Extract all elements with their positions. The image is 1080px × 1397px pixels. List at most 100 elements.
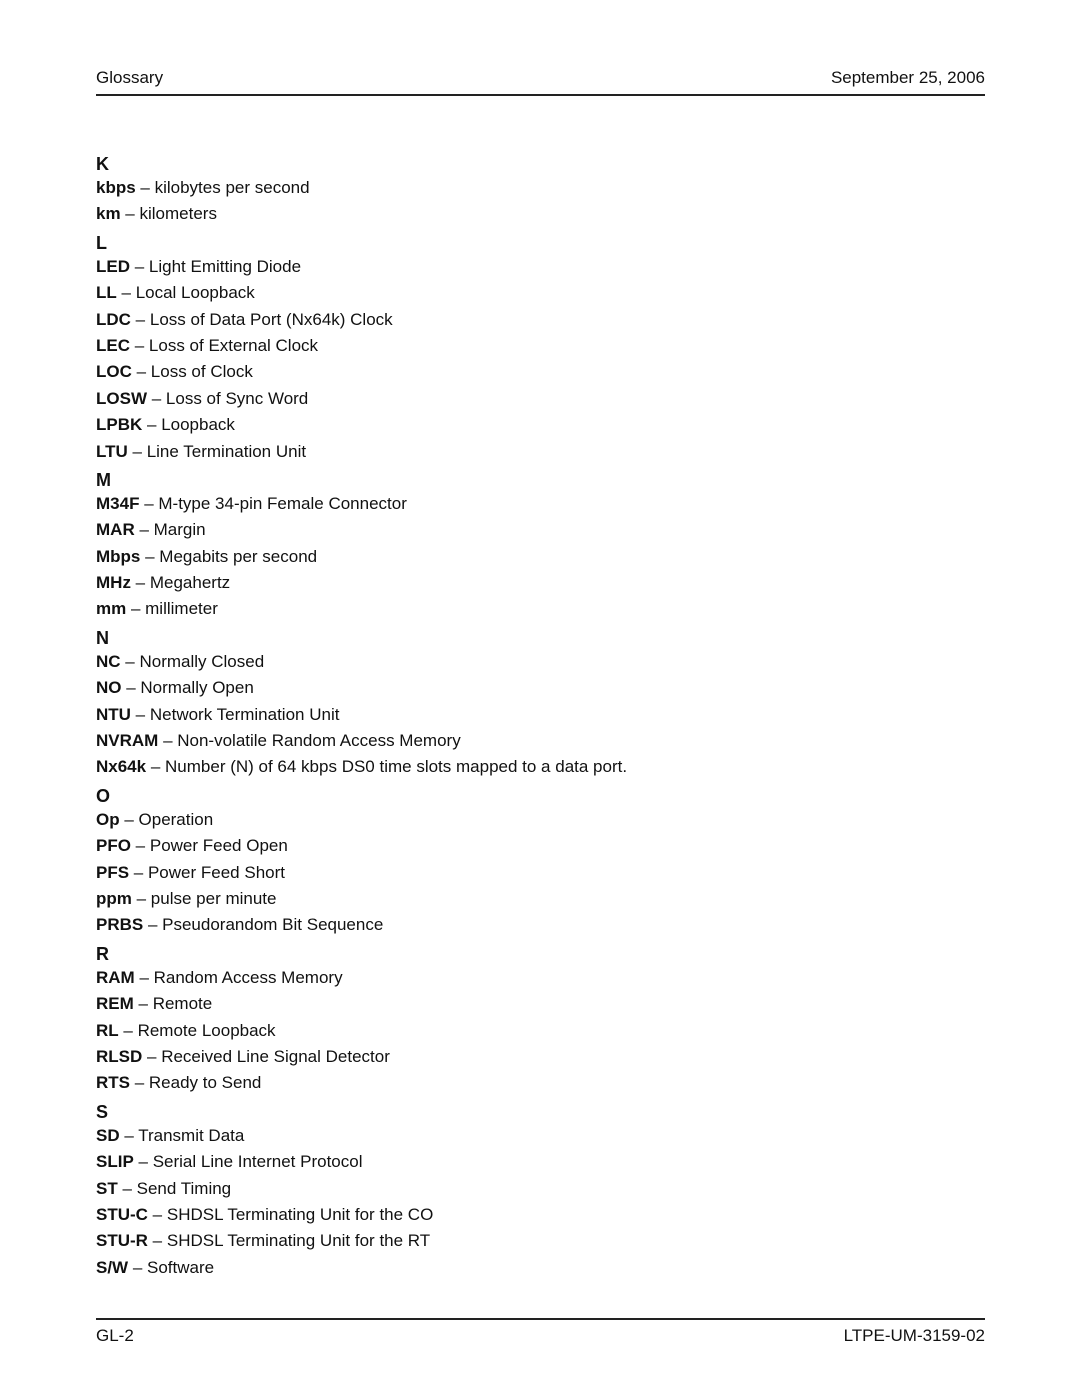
- glossary-term: NTU: [96, 704, 131, 724]
- glossary-entry: kbps – kilobytes per second: [96, 175, 985, 201]
- glossary-entry: RAM – Random Access Memory: [96, 965, 985, 991]
- glossary-entry: RLSD – Received Line Signal Detector: [96, 1044, 985, 1070]
- glossary-definition: Remote Loopback: [137, 1020, 276, 1040]
- section-heading: S: [96, 1101, 109, 1122]
- glossary-term: km: [96, 204, 121, 224]
- glossary-section-l: L LED – Light Emitting Diode LL – Local Lo…: [96, 232, 985, 465]
- glossary-term: MAR: [96, 520, 135, 540]
- glossary-content: Kkbps – kilobytes per second km – kilomet…: [96, 153, 985, 1281]
- glossary-term: RL: [96, 1020, 119, 1040]
- glossary-entry: S/W – Software: [96, 1255, 985, 1281]
- term-separator: –: [120, 651, 140, 671]
- glossary-entry: MAR – Margin: [96, 517, 985, 543]
- glossary-definition: Loss of Data Port (Nx64k) Clock: [149, 309, 393, 329]
- section-heading: M: [96, 469, 111, 490]
- glossary-term: mm: [96, 599, 127, 619]
- glossary-term: STU-R: [96, 1231, 148, 1251]
- term-separator: –: [133, 994, 153, 1014]
- glossary-term: M34F: [96, 493, 140, 513]
- term-separator: –: [119, 809, 139, 829]
- glossary-section-n: N NC – Normally Closed NO – Normally Open N…: [96, 627, 985, 781]
- glossary-definition: Network Termination Unit: [149, 704, 340, 724]
- glossary-term: NO: [96, 678, 122, 698]
- glossary-definition: SHDSL Terminating Unit for the CO: [166, 1204, 434, 1224]
- term-separator: –: [130, 309, 150, 329]
- glossary-term: PFO: [96, 836, 131, 856]
- glossary-definition: Power Feed Short: [147, 862, 285, 882]
- term-separator: –: [130, 573, 150, 593]
- glossary-definition: millimeter: [145, 599, 218, 619]
- header-title: Glossary: [96, 68, 164, 87]
- glossary-term: PFS: [96, 862, 130, 882]
- glossary-entry: ppm – pulse per minute: [96, 886, 985, 912]
- glossary-entry: LOSW – Loss of Sync Word: [96, 386, 985, 412]
- term-separator: –: [116, 283, 136, 303]
- term-separator: –: [139, 493, 159, 513]
- glossary-definition: Light Emitting Diode: [148, 256, 302, 276]
- footer-page-number: GL-2: [96, 1326, 134, 1345]
- glossary-term: PRBS: [96, 915, 144, 935]
- term-separator: –: [147, 1231, 167, 1251]
- glossary-term: Mbps: [96, 546, 141, 566]
- term-separator: –: [134, 967, 154, 987]
- glossary-term: Op: [96, 809, 120, 829]
- glossary-entry: LTU – Line Termination Unit: [96, 439, 985, 465]
- glossary-definition: Send Timing: [136, 1178, 232, 1198]
- term-separator: –: [117, 1178, 137, 1198]
- section-heading: N: [96, 627, 109, 648]
- term-separator: –: [130, 256, 149, 276]
- glossary-term: LL: [96, 283, 117, 303]
- glossary-definition: Number (N) of 64 kbps DS0 time slots map…: [165, 757, 628, 777]
- glossary-term: ppm: [96, 888, 132, 908]
- term-separator: –: [134, 520, 154, 540]
- glossary-definition: Transmit Data: [138, 1125, 245, 1145]
- glossary-entry: LOC – Loss of Clock: [96, 359, 985, 385]
- term-separator: –: [130, 335, 149, 355]
- glossary-entry: M34F – M-type 34-pin Female Connector: [96, 491, 985, 517]
- term-separator: –: [119, 1125, 139, 1145]
- glossary-term: Nx64k: [96, 757, 147, 777]
- glossary-entry: REM – Remote: [96, 991, 985, 1017]
- glossary-definition: Operation: [138, 809, 214, 829]
- glossary-term: LEC: [96, 335, 130, 355]
- glossary-term: RAM: [96, 967, 135, 987]
- page-footer: GL-2 LTPE-UM-3159-02: [96, 1318, 985, 1345]
- glossary-entry: LEC – Loss of External Clock: [96, 333, 985, 359]
- glossary-definition: Loss of Sync Word: [165, 388, 309, 408]
- glossary-definition: Ready to Send: [148, 1073, 262, 1093]
- glossary-entry: LL – Local Loopback: [96, 280, 985, 306]
- glossary-entry: ST – Send Timing: [96, 1176, 985, 1202]
- glossary-entry: SD – Transmit Data: [96, 1123, 985, 1149]
- glossary-definition: Line Termination Unit: [146, 441, 307, 461]
- term-separator: –: [142, 1046, 162, 1066]
- footer-document-id: LTPE-UM-3159-02: [843, 1326, 985, 1345]
- page-header: Glossary September 25, 2006: [96, 68, 985, 96]
- glossary-definition: Remote: [152, 994, 213, 1014]
- glossary-term: RLSD: [96, 1046, 143, 1066]
- glossary-entry: STU-R – SHDSL Terminating Unit for the R…: [96, 1228, 985, 1254]
- term-separator: –: [120, 204, 140, 224]
- term-separator: –: [129, 862, 148, 882]
- glossary-term: LDC: [96, 309, 131, 329]
- glossary-entry: PFO – Power Feed Open: [96, 833, 985, 859]
- term-separator: –: [147, 1204, 167, 1224]
- glossary-entry: RL – Remote Loopback: [96, 1018, 985, 1044]
- term-separator: –: [131, 888, 151, 908]
- term-separator: –: [126, 599, 146, 619]
- term-separator: –: [131, 362, 151, 382]
- glossary-definition: Non-volatile Random Access Memory: [177, 731, 461, 751]
- term-separator: –: [121, 678, 141, 698]
- term-separator: –: [118, 1020, 138, 1040]
- glossary-term: LPBK: [96, 415, 143, 435]
- glossary-definition: kilometers: [139, 204, 217, 224]
- glossary-term: LOC: [96, 362, 132, 382]
- term-separator: –: [130, 704, 150, 724]
- glossary-term: LTU: [96, 441, 128, 461]
- glossary-definition: Normally Closed: [139, 651, 265, 671]
- glossary-entry: km – kilometers: [96, 201, 985, 227]
- term-separator: –: [133, 1152, 153, 1172]
- term-separator: –: [128, 1257, 148, 1277]
- glossary-section-o: O Op – Operation PFO – Power Feed Open PFS …: [96, 785, 985, 939]
- glossary-term: SLIP: [96, 1152, 134, 1172]
- term-separator: –: [130, 836, 150, 856]
